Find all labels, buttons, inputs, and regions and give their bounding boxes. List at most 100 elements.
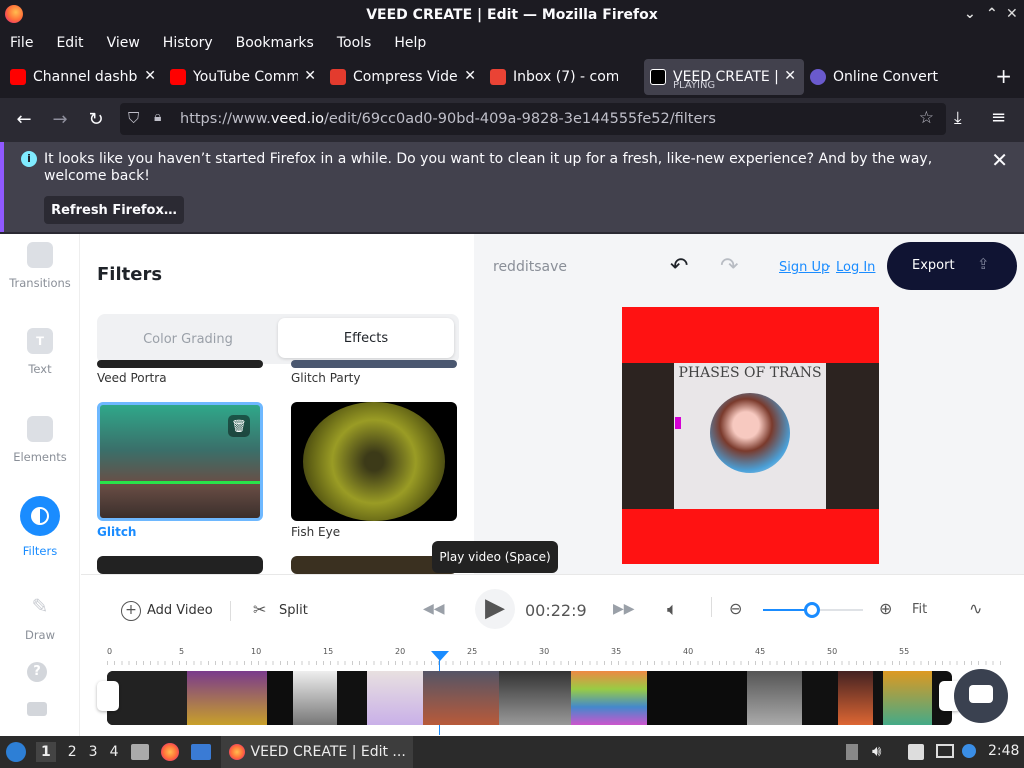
taskbar-window-label: VEED CREATE | Edit ... [250,744,406,760]
app-menu-icon[interactable]: ≡ [991,107,1006,128]
volume-icon[interactable]: 🔈︎ [667,599,678,620]
workspace-3[interactable]: 3 [89,744,98,760]
menu-edit[interactable]: Edit [56,35,83,51]
tab-inbox[interactable]: Inbox (7) - comp [484,59,644,95]
fit-button[interactable]: Fit [912,602,927,617]
sidebar-item-draw[interactable]: ✎ Draw [0,594,80,642]
close-tab-icon[interactable]: ✕ [144,68,156,84]
url-bar[interactable]: ⛉ 🔒︎ https://www. veed.io/edit/69cc0ad0-9… [120,103,946,135]
battery-icon[interactable] [846,744,858,760]
filter-thumb-veed-portra[interactable] [97,360,263,368]
menu-history[interactable]: History [163,35,213,51]
new-tab-icon[interactable]: + [995,64,1012,88]
close-tab-icon[interactable]: ✕ [784,68,796,84]
current-time: 00:22:9 [525,601,587,620]
chat-button[interactable] [954,669,1008,723]
log-in-link[interactable]: Log In [836,260,875,275]
filter-thumb[interactable] [97,556,263,574]
sidebar-item-transitions[interactable]: Transitions [0,242,80,290]
refresh-firefox-button[interactable]: Refresh Firefox… [44,196,184,224]
window-title: VEED CREATE | Edit — Mozilla Firefox [366,7,658,23]
close-notification-icon[interactable]: ✕ [991,148,1008,172]
undo-icon[interactable]: ↶ [670,254,688,279]
menu-bookmarks[interactable]: Bookmarks [236,35,314,51]
zoom-slider[interactable] [763,602,863,618]
zoom-in-icon[interactable]: ⊕ [879,599,892,618]
preview-area: redditsave ↶ ↷ Sign Up · Log In Export ⇪… [474,234,1024,574]
notifications-icon[interactable] [962,744,976,758]
redo-icon[interactable]: ↷ [720,254,738,279]
play-button[interactable]: ▶ [475,589,515,629]
menu-tools[interactable]: Tools [337,35,372,51]
tab-compress-video[interactable]: Compress Video ✕ [324,59,484,95]
shield-icon[interactable]: ⛉ [128,109,139,127]
rewind-icon[interactable]: ◀◀ [423,601,445,617]
menu-file[interactable]: File [10,35,33,51]
time-ruler[interactable]: 0 5 10 15 20 25 30 35 40 45 50 55 [107,647,1007,665]
tab-youtube-community[interactable]: YouTube Comm ✕ [164,59,324,95]
tab-effects[interactable]: Effects [278,318,454,358]
sidebar-item-filters[interactable]: Filters [0,496,80,558]
tab-color-grading[interactable]: Color Grading [103,320,273,358]
bookmark-star-icon[interactable]: ☆ [919,108,934,128]
maximize-icon[interactable]: ⌃ [986,6,998,22]
network-icon[interactable] [936,744,954,758]
waveform-icon[interactable]: ∿ [969,599,982,618]
play-icon: ▶ [485,593,505,623]
filters-tab-switch: Color Grading Effects [97,314,459,364]
split-icon[interactable]: ✂ [253,600,266,619]
tab-online-converter[interactable]: Online Converte [804,59,964,95]
filter-thumb-fish-eye[interactable] [291,402,457,521]
minimize-icon[interactable]: ⌄ [964,6,976,22]
tick-label: 10 [251,647,262,656]
workspace-2[interactable]: 2 [68,744,77,760]
tab-label: YouTube Comm [193,69,298,85]
close-window-icon[interactable]: ✕ [1006,6,1018,22]
lock-icon[interactable]: 🔒︎ [154,109,161,125]
tab-channel-dashboard[interactable]: Channel dashbo ✕ [4,59,164,95]
sidebar-item-text[interactable]: T Text [0,328,80,376]
back-icon[interactable]: ← [6,109,42,130]
split-button[interactable]: Split [279,603,308,618]
keyboard-icon[interactable] [27,702,47,716]
sidebar-item-elements[interactable]: Elements [0,416,80,464]
forward-icon[interactable]: ▶▶ [613,601,635,617]
close-tab-icon[interactable]: ✕ [304,68,316,84]
menu-view[interactable]: View [107,35,140,51]
zoom-slider-handle[interactable] [804,602,820,618]
file-manager-icon[interactable] [130,744,149,760]
start-menu-icon[interactable] [6,742,26,762]
video-preview[interactable]: PHASES OF TRANS [622,307,879,564]
video-track[interactable] [107,671,952,725]
sign-up-link[interactable]: Sign Up [779,260,829,275]
url-prefix: https://www. [180,111,271,127]
project-name[interactable]: redditsave [493,259,567,275]
taskbar-window-veed[interactable]: VEED CREATE | Edit ... [220,736,413,768]
window-icon[interactable] [190,744,211,760]
elements-icon [27,416,53,442]
menu-help[interactable]: Help [394,35,426,51]
url-domain: veed.io [270,111,324,127]
close-tab-icon[interactable]: ✕ [464,68,476,84]
add-icon[interactable]: + [121,601,141,621]
workspace-4[interactable]: 4 [110,744,119,760]
firefox-icon[interactable] [160,743,179,761]
add-video-button[interactable]: Add Video [147,603,213,618]
help-icon[interactable]: ? [27,662,47,682]
delete-icon[interactable]: 🗑︎ [228,415,250,437]
workspace-1[interactable]: 1 [36,742,56,762]
trim-handle-left[interactable] [97,681,119,711]
tab-veed-create[interactable]: VEED CREATE | PLAYING ✕ [644,59,804,95]
play-tooltip: Play video (Space) [432,541,558,573]
export-button[interactable]: Export ⇪ [887,242,1017,290]
speaker-icon[interactable]: 🔊︎ [872,742,881,760]
downloads-icon[interactable]: ⤓ [954,108,962,128]
tab-label: Compress Video [353,69,458,85]
reload-icon[interactable]: ↻ [78,109,114,130]
filter-thumb-glitch[interactable]: 🗑︎ [97,402,263,521]
clipboard-icon[interactable] [908,744,924,760]
upload-icon: ⇪ [977,255,990,273]
zoom-out-icon[interactable]: ⊖ [729,599,742,618]
forward-icon[interactable]: → [42,109,78,130]
filter-thumb-glitch-party[interactable] [291,360,457,368]
